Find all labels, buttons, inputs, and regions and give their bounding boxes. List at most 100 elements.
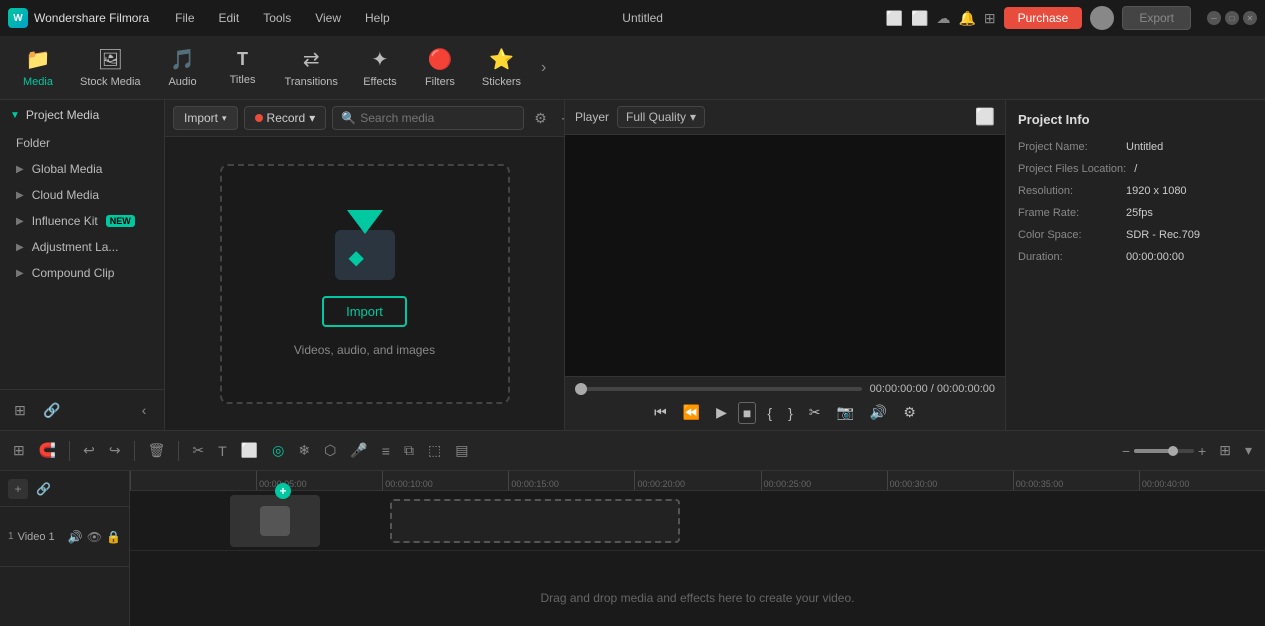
collapse-sidebar-button[interactable]: ‹ [130, 396, 158, 424]
frame-back-button[interactable]: ⏪ [678, 401, 705, 424]
grid-icon[interactable]: ⊞ [984, 10, 996, 27]
bell-icon[interactable]: 🔔 [958, 10, 975, 27]
snapshot-button[interactable]: 📷 [831, 401, 858, 424]
import-button[interactable]: Import ▾ [173, 106, 238, 130]
player-controls-bar: 00:00:00:00 / 00:00:00:00 ⏮ ⏪ ▶ ■ { } ✂ … [565, 376, 1005, 430]
skip-back-button[interactable]: ⏮ [649, 401, 672, 424]
sidebar-item-folder[interactable]: Folder [0, 130, 164, 156]
stop-button[interactable]: ■ [738, 402, 756, 424]
ruler-mark-7: 00:00:35:00 [1013, 471, 1139, 491]
link-button[interactable]: 🔗 [38, 396, 66, 424]
track-lock-icon[interactable]: 🔒 [106, 530, 121, 544]
effects-icon: ✦ [372, 47, 389, 72]
toolbar-stock-media[interactable]: 🖼 Stock Media [68, 41, 153, 94]
audio-icon: 🎵 [170, 47, 195, 72]
timeline-ruler: 00:00:05:00 00:00:10:00 00:00:15:00 00:0… [130, 471, 1265, 491]
track-eye-icon[interactable]: 👁 [87, 530, 102, 544]
clip-button[interactable]: ✂ [804, 401, 826, 424]
toolbar-titles[interactable]: T Titles [213, 43, 273, 92]
text-button[interactable]: T [213, 439, 232, 463]
toolbar-audio[interactable]: 🎵 Audio [153, 41, 213, 94]
transitions-label: Transitions [285, 76, 338, 88]
timeline-magnet-button[interactable]: 🧲 [34, 438, 61, 463]
track-link-button[interactable]: 🔗 [36, 482, 51, 496]
info-value-location: / [1134, 163, 1137, 175]
toolbar-stickers[interactable]: ⭐ Stickers [470, 41, 533, 94]
close-button[interactable]: ✕ [1243, 11, 1257, 25]
filter-icon[interactable]: ⚙ [530, 108, 551, 129]
sidebar-item-compound-clip[interactable]: ▶ Compound Clip [0, 260, 164, 286]
zoom-thumb[interactable] [1168, 446, 1178, 456]
zoom-track[interactable] [1134, 449, 1194, 453]
zoom-slider[interactable]: − + [1122, 443, 1206, 459]
minimize-button[interactable]: ─ [1207, 11, 1221, 25]
zoom-minus-icon[interactable]: − [1122, 443, 1130, 459]
purchase-button[interactable]: Purchase [1004, 7, 1083, 29]
mask-button[interactable]: ⬡ [319, 438, 341, 463]
record-button[interactable]: Record ▾ [244, 106, 327, 130]
toolbar-filters[interactable]: 🔴 Filters [410, 41, 470, 94]
menu-tools[interactable]: Tools [253, 7, 301, 29]
user-avatar[interactable] [1090, 6, 1114, 30]
sidebar-header[interactable]: ▼ Project Media [0, 100, 164, 130]
settings-ctrl-button[interactable]: ⚙ [898, 401, 921, 424]
search-input[interactable] [360, 111, 515, 125]
sidebar-collapse-arrow: ▼ [10, 110, 20, 121]
menu-edit[interactable]: Edit [209, 7, 250, 29]
maximize-button[interactable]: □ [1225, 11, 1239, 25]
menu-help[interactable]: Help [355, 7, 400, 29]
split-button[interactable]: ⧉ [399, 438, 419, 463]
cloud-icon[interactable]: ☁ [936, 10, 950, 27]
zoom-plus-icon[interactable]: + [1198, 443, 1206, 459]
sidebar-item-cloud-media[interactable]: ▶ Cloud Media [0, 182, 164, 208]
sidebar-item-influence-kit[interactable]: ▶ Influence Kit NEW [0, 208, 164, 234]
mark-in-button[interactable]: { [762, 402, 777, 424]
quality-select[interactable]: Full Quality ▾ [617, 106, 705, 128]
audio-button[interactable]: 🔊 [865, 401, 892, 424]
menu-view[interactable]: View [305, 7, 351, 29]
search-box[interactable]: 🔍 [332, 106, 524, 130]
import-main-button[interactable]: Import [322, 296, 407, 327]
export-button[interactable]: Export [1122, 6, 1191, 30]
toolbar-expand-arrow[interactable]: › [537, 55, 550, 81]
toolbar-transitions[interactable]: ⇄ Transitions [273, 41, 350, 94]
media-panel: Import ▾ Record ▾ 🔍 ⚙ ⋯ [165, 100, 565, 430]
delete-button[interactable]: 🗑 [143, 438, 171, 463]
mic-button[interactable]: 🎤 [345, 438, 372, 463]
scrubber-thumb[interactable] [575, 383, 587, 395]
sidebar-item-adjustment[interactable]: ▶ Adjustment La... [0, 234, 164, 260]
crop-button[interactable]: ⬜ [236, 438, 263, 463]
undo-button[interactable]: ↩ [78, 438, 100, 463]
track-volume-icon[interactable]: 🔊 [68, 530, 83, 544]
cut-button[interactable]: ✂ [187, 438, 209, 463]
video-button[interactable]: ▤ [450, 438, 473, 463]
motion-button[interactable]: ◎ [267, 438, 289, 463]
layout-button[interactable]: ⊞ [1214, 438, 1236, 463]
record-icon[interactable]: ⬜ [911, 10, 928, 27]
subtitle-button[interactable]: ≡ [377, 439, 395, 463]
timeline-toolbar: ⊞ 🧲 ↩ ↪ 🗑 ✂ T ⬜ ◎ ❄ ⬡ 🎤 ≡ ⧉ ⬚ ▤ − + ⊞ ▾ [0, 431, 1265, 471]
pip-button[interactable]: ⬚ [423, 438, 446, 463]
info-value-framerate: 25fps [1126, 207, 1153, 219]
info-value-colorspace: SDR - Rec.709 [1126, 229, 1200, 241]
toolbar-effects[interactable]: ✦ Effects [350, 41, 410, 94]
menu-file[interactable]: File [165, 7, 204, 29]
layout-more-button[interactable]: ▾ [1240, 438, 1257, 463]
player-label: Player [575, 110, 609, 124]
clip-placeholder [390, 499, 680, 543]
add-bin-button[interactable]: ⊞ [6, 396, 34, 424]
clip-add-button[interactable]: + [275, 483, 291, 499]
play-button[interactable]: ▶ [711, 401, 732, 424]
add-track-button[interactable]: + [8, 479, 28, 499]
freeze-button[interactable]: ❄ [293, 438, 315, 463]
screen-icon[interactable]: ⬜ [886, 10, 903, 27]
effects-label: Effects [363, 76, 396, 88]
sidebar-item-global-media[interactable]: ▶ Global Media [0, 156, 164, 182]
mark-out-button[interactable]: } [783, 402, 798, 424]
timeline-scene-button[interactable]: ⊞ [8, 438, 30, 463]
player-expand-icon[interactable]: ⬜ [975, 107, 995, 127]
new-badge: NEW [106, 215, 135, 227]
redo-button[interactable]: ↪ [104, 438, 126, 463]
toolbar-media[interactable]: 📁 Media [8, 41, 68, 94]
scrubber-track[interactable] [575, 387, 862, 391]
